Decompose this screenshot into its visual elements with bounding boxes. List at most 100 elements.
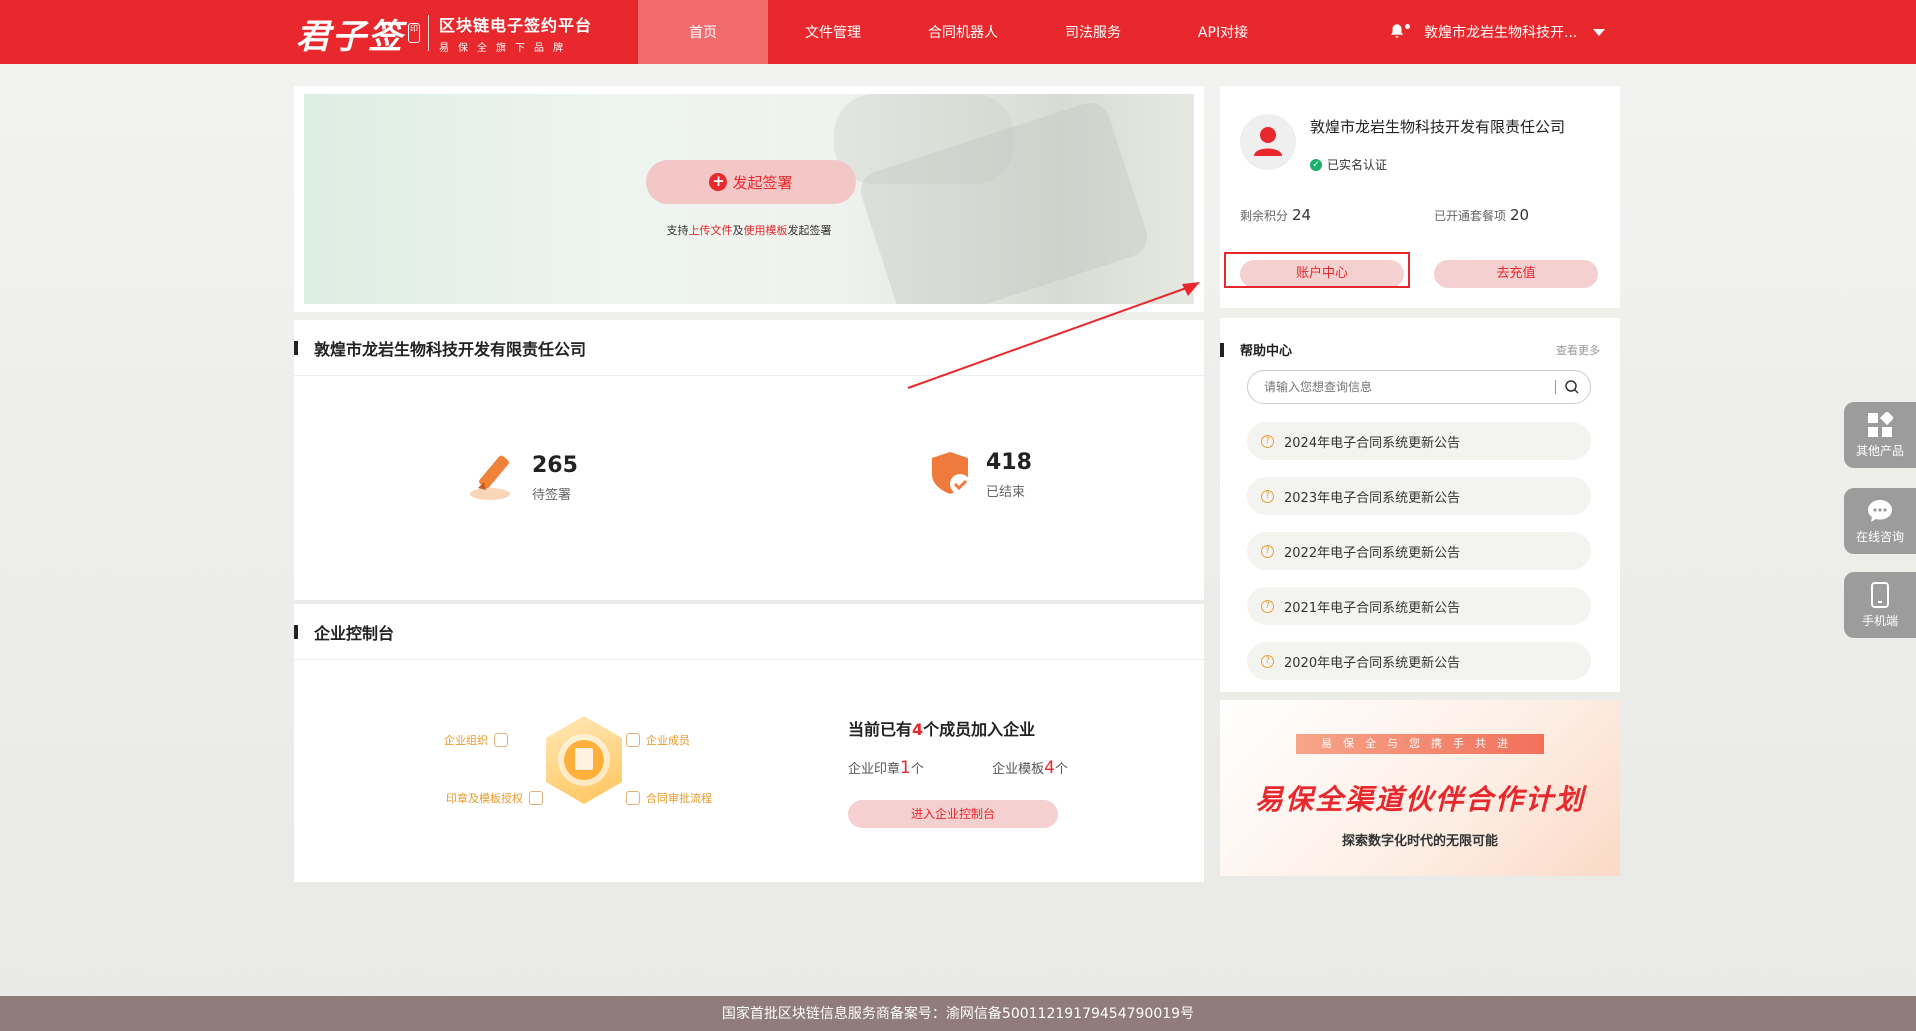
- question-icon: ?: [1261, 489, 1274, 503]
- members-count: 4: [912, 720, 924, 739]
- pen-icon: [466, 448, 522, 508]
- logo-divider: [428, 15, 429, 51]
- use-template-link[interactable]: 使用模板: [744, 224, 788, 237]
- notice-item[interactable]: ? 2024年电子合同系统更新公告: [1247, 422, 1591, 460]
- section-header: 敦煌市龙岩生物科技开发有限责任公司: [294, 320, 1204, 376]
- finished-count: 418: [986, 450, 1032, 475]
- mobile-icon: [1871, 582, 1889, 608]
- seal-icon: [529, 791, 543, 805]
- hero-tip: 支持上传文件及使用模板发起签署: [304, 222, 1194, 238]
- members-suffix: 个成员加入企业: [923, 720, 1036, 739]
- notice-title: 2022年电子合同系统更新公告: [1284, 545, 1461, 561]
- bell-icon[interactable]: [1388, 22, 1410, 42]
- plus-icon: +: [709, 173, 728, 191]
- footer: 国家首批区块链信息服务商备案号：渝网信备50011219179454790019…: [0, 996, 1916, 1031]
- nav-item-home[interactable]: 首页: [638, 0, 768, 64]
- nav-item-files[interactable]: 文件管理: [768, 0, 898, 64]
- notice-title: 2021年电子合同系统更新公告: [1284, 600, 1461, 616]
- help-search-input[interactable]: [1248, 371, 1538, 403]
- question-icon: ?: [1261, 599, 1274, 613]
- section-bar: [294, 340, 298, 355]
- promo-subtitle: 探索数字化时代的无限可能: [1341, 834, 1498, 849]
- tag-approval: 合同审批流程: [620, 790, 712, 806]
- console-info: 当前已有4个成员加入企业 企业印章1个 企业模板4个 进入企业控制台: [848, 716, 1068, 828]
- upload-file-link[interactable]: 上传文件: [689, 224, 733, 237]
- caret-down-icon[interactable]: [1593, 28, 1606, 36]
- verified-badge: ✓ 已实名认证: [1310, 156, 1387, 173]
- question-icon: ?: [1261, 654, 1274, 668]
- chat-icon: [1868, 500, 1892, 522]
- notice-item[interactable]: ? 2022年电子合同系统更新公告: [1247, 532, 1591, 570]
- stat-finished[interactable]: 418 已结束: [926, 448, 1032, 502]
- document-icon: [575, 748, 593, 770]
- notice-item[interactable]: ? 2020年电子合同系统更新公告: [1247, 642, 1591, 680]
- points-info: 剩余积分 24: [1240, 206, 1311, 224]
- stat-pending[interactable]: 265 待签署: [466, 448, 578, 508]
- approval-icon: [626, 791, 640, 805]
- section-header: 企业控制台: [294, 604, 1204, 660]
- notice-item[interactable]: ? 2023年电子合同系统更新公告: [1247, 477, 1591, 515]
- current-company[interactable]: 敦煌市龙岩生物科技开...: [1424, 22, 1577, 42]
- nav-item-contract-robot[interactable]: 合同机器人: [898, 0, 1028, 64]
- tip-text: 发起签署: [787, 224, 832, 237]
- main-nav: 首页 文件管理 合同机器人 司法服务 API对接: [638, 0, 1288, 64]
- tag-org: 企业组织: [444, 732, 514, 748]
- user-menu: 敦煌市龙岩生物科技开...: [1388, 0, 1606, 64]
- search-icon[interactable]: [1564, 379, 1580, 395]
- promo-title: 易保全渠道伙伴合作计划: [1254, 783, 1585, 816]
- tip-text: 支持: [666, 224, 689, 237]
- members-prefix: 当前已有: [848, 720, 913, 739]
- view-more-link[interactable]: 查看更多: [1556, 342, 1600, 358]
- promo-tag: 易保全与您携手共进: [1296, 734, 1544, 754]
- org-icon: [494, 733, 508, 747]
- partner-promo-banner[interactable]: 易保全与您携手共进 易保全渠道伙伴合作计划 探索数字化时代的无限可能: [1220, 700, 1620, 876]
- side-tool-label: 手机端: [1861, 614, 1898, 628]
- recharge-button[interactable]: 去充值: [1434, 260, 1598, 288]
- other-products-button[interactable]: 其他产品: [1844, 402, 1916, 468]
- enter-console-button[interactable]: 进入企业控制台: [848, 800, 1058, 828]
- online-consult-button[interactable]: 在线咨询: [1844, 488, 1916, 554]
- tag-label: 合同审批流程: [646, 792, 712, 805]
- nav-item-api[interactable]: API对接: [1158, 0, 1288, 64]
- packages-value: 20: [1510, 206, 1530, 224]
- tag-members: 企业成员: [620, 732, 690, 748]
- seal-unit: 个: [910, 762, 924, 777]
- console-title: 企业控制台: [314, 623, 395, 643]
- brand-logo[interactable]: 君子签 印 区块链电子签约平台 易保全旗下品牌: [296, 10, 593, 57]
- mobile-button[interactable]: 手机端: [1844, 572, 1916, 638]
- account-panel: 敦煌市龙岩生物科技开发有限责任公司 ✓ 已实名认证 剩余积分 24 已开通套餐项 2…: [1220, 86, 1620, 308]
- template-unit: 个: [1054, 762, 1068, 777]
- tag-seal-auth: 印章及模板授权: [446, 790, 549, 806]
- points-value: 24: [1292, 206, 1312, 224]
- console-counts: 企业印章1个 企业模板4个: [848, 758, 1068, 778]
- help-panel: 帮助中心 查看更多 ? 2024年电子合同系统更新公告 ? 2023年电子合同系统更…: [1220, 318, 1620, 692]
- account-center-button[interactable]: 账户中心: [1240, 260, 1404, 288]
- side-tool-label: 其他产品: [1855, 444, 1904, 458]
- hero-banner: + 发起签署 支持上传文件及使用模板发起签署: [304, 94, 1194, 304]
- stat-text: 418 已结束: [986, 450, 1032, 500]
- check-icon: ✓: [1310, 158, 1322, 171]
- notice-title: 2020年电子合同系统更新公告: [1284, 655, 1461, 671]
- start-signing-button[interactable]: + 发起签署: [646, 160, 856, 204]
- template-label: 企业模板: [992, 762, 1045, 777]
- template-number: 4: [1044, 758, 1055, 778]
- console-illustration: 企业组织 企业成员 印章及模板授权 合同审批流程: [444, 688, 724, 848]
- help-title: 帮助中心: [1240, 344, 1293, 359]
- avatar: [1240, 114, 1296, 170]
- points-label: 剩余积分: [1240, 209, 1289, 223]
- search-divider: [1555, 380, 1556, 394]
- notice-item[interactable]: ? 2021年电子合同系统更新公告: [1247, 587, 1591, 625]
- account-name: 敦煌市龙岩生物科技开发有限责任公司: [1310, 118, 1566, 136]
- tag-label: 企业组织: [444, 734, 488, 747]
- hero-panel: + 发起签署 支持上传文件及使用模板发起签署: [294, 86, 1204, 312]
- section-bar: [294, 624, 298, 639]
- tag-label: 印章及模板授权: [446, 792, 523, 805]
- brand-title: 区块链电子签约平台: [439, 16, 593, 35]
- member-icon: [626, 733, 640, 747]
- shield-check-icon: [926, 448, 976, 502]
- verified-label: 已实名认证: [1327, 158, 1388, 172]
- brand-subtitle: 易保全旗下品牌: [439, 43, 572, 54]
- stats-area: 265 待签署 418 已结束: [294, 376, 1204, 598]
- company-name: 敦煌市龙岩生物科技开发有限责任公司: [314, 339, 587, 359]
- nav-item-judicial[interactable]: 司法服务: [1028, 0, 1158, 64]
